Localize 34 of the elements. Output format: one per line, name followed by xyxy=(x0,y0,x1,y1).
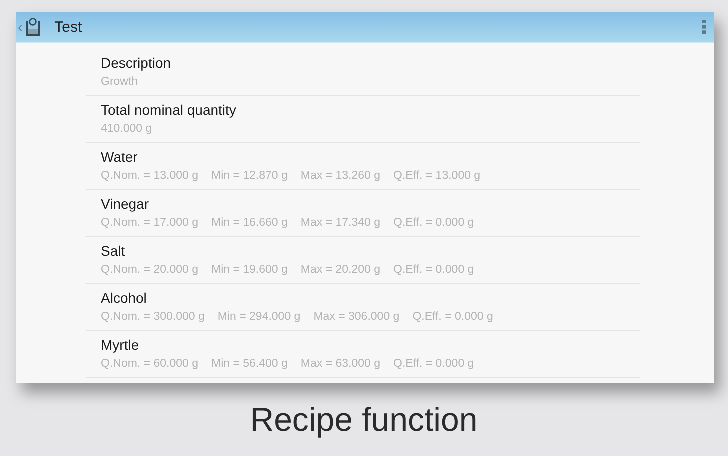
field-value: 410.000 g xyxy=(101,122,154,137)
quantity-value: Min = 12.870 g xyxy=(212,169,288,184)
quantity-value: Min = 19.600 g xyxy=(212,263,288,278)
caption: Recipe function xyxy=(249,401,479,439)
quantity-value: Q.Eff. = 0.000 g xyxy=(412,310,494,325)
ingredient-name: Salt xyxy=(101,242,126,261)
quantity-value: Q.Nom. = 20.000 g xyxy=(101,263,198,278)
quantity-value: Min = 56.400 g xyxy=(212,357,288,372)
quantity-value: Q.Nom. = 13.000 g xyxy=(101,169,198,184)
quantity-value: Min = 294.000 g xyxy=(218,310,301,325)
quantity-value: Q.Eff. = 0.000 g xyxy=(394,263,474,278)
back-button[interactable]: ‹ xyxy=(18,19,23,35)
field-value: Growth xyxy=(101,75,140,90)
quantity-value: Q.Eff. = 0.000 g xyxy=(394,216,474,231)
clipboard-icon xyxy=(24,17,41,37)
quantity-value: Q.Eff. = 13.000 g xyxy=(394,169,481,184)
field-label: Total nominal quantity xyxy=(101,101,238,120)
quantity-value: Max = 17.340 g xyxy=(300,216,381,231)
field-label: Description xyxy=(101,54,172,73)
quantity-value: Min = 16.660 g xyxy=(212,216,288,231)
ingredient-name: Water xyxy=(101,148,139,167)
quantity-value: Q.Nom. = 17.000 g xyxy=(101,216,198,231)
quantity-value: Max = 306.000 g xyxy=(314,310,400,325)
ingredient-name: Alcohol xyxy=(101,289,148,308)
ingredient-name: Vinegar xyxy=(101,195,150,214)
quantity-value: Max = 20.200 g xyxy=(300,263,381,278)
quantity-value: Max = 63.000 g xyxy=(300,357,381,372)
menu-icon[interactable] xyxy=(702,19,706,35)
app-title: Test xyxy=(54,18,84,36)
quantity-value: Q.Nom. = 300.000 g xyxy=(101,310,205,325)
quantity-value: Q.Eff. = 0.000 g xyxy=(394,357,474,372)
quantity-value: Max = 13.260 g xyxy=(300,169,381,184)
ingredient-name: Myrtle xyxy=(101,336,140,355)
quantity-value: Q.Nom. = 60.000 g xyxy=(101,357,198,372)
